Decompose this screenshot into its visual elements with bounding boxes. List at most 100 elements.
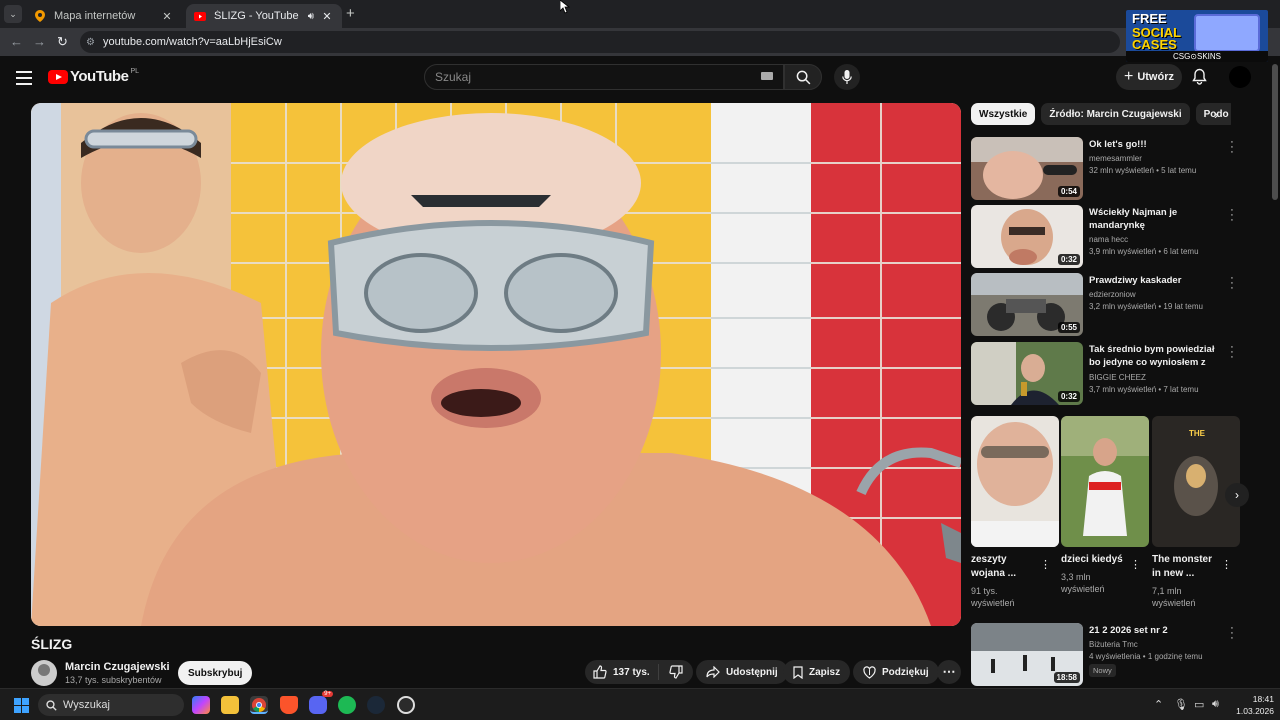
short-item[interactable]: zeszyty wojana ... 91 tys. wyświetleń ⋮ bbox=[971, 416, 1059, 609]
video-thumbnail[interactable]: 18:58 bbox=[971, 623, 1083, 686]
filter-chips: Wszystkie Źródło: Marcin Czugajewski Pod… bbox=[971, 103, 1231, 125]
recommendation-title: Prawdziwy kaskader bbox=[1089, 275, 1182, 286]
dislike-button[interactable] bbox=[659, 665, 693, 679]
short-thumbnail[interactable]: THE bbox=[1152, 416, 1240, 547]
more-vertical-icon[interactable]: · · · bbox=[1228, 273, 1236, 294]
recommendation-title: 21 2 2026 set nr 2 bbox=[1089, 625, 1168, 636]
discord-notification-badge: 9+ bbox=[322, 691, 333, 697]
voice-search-button[interactable] bbox=[834, 64, 860, 90]
recommendation-info: Prawdziwy kaskader edzierzoniow 3,2 mln … bbox=[1089, 274, 1217, 311]
duration-badge: 0:54 bbox=[1057, 186, 1080, 197]
recommendation-info: Wściekły Najman je mandarynkę nama hecc … bbox=[1089, 206, 1217, 256]
recommendation-item[interactable]: 0:55 Prawdziwy kaskader edzierzoniow 3,2… bbox=[971, 273, 1234, 337]
recommendation-meta: 3,2 mln wyświetleń • 19 lat temu bbox=[1089, 302, 1203, 311]
discord-icon[interactable]: 9+ bbox=[309, 691, 333, 714]
recommendation-meta: 32 mln wyświetleń • 5 lat temu bbox=[1089, 166, 1197, 175]
forward-arrow-icon[interactable]: → bbox=[33, 34, 46, 49]
more-vertical-icon[interactable]: · · · bbox=[1228, 342, 1236, 363]
account-avatar[interactable] bbox=[1229, 66, 1251, 88]
short-item[interactable]: dzieci kiedyś 3,3 mln wyświetleń ⋮ bbox=[1061, 416, 1149, 595]
copilot-icon[interactable] bbox=[192, 696, 210, 714]
short-views: 7,1 mln wyświetleń bbox=[1152, 586, 1196, 608]
speaker-icon[interactable]: 🔊︎ bbox=[308, 11, 314, 22]
youtube-logo[interactable]: YouTube PL bbox=[48, 68, 139, 85]
more-vertical-icon[interactable]: ⋮ bbox=[1221, 558, 1232, 571]
tab-mapa-internetow[interactable]: Mapa internetów ✕ bbox=[26, 4, 182, 28]
file-explorer-icon[interactable] bbox=[221, 696, 239, 714]
app-icon[interactable] bbox=[397, 696, 415, 714]
shorts-next-button[interactable]: › bbox=[1225, 483, 1249, 507]
channel-name[interactable]: Marcin Czugajewski bbox=[65, 661, 170, 673]
recommendation-item[interactable]: 0:32 Wściekły Najman je mandarynkę nama … bbox=[971, 205, 1234, 269]
save-button[interactable]: Zapisz bbox=[783, 660, 851, 684]
url-text: youtube.com/watch?v=aaLbHjEsiCw bbox=[102, 36, 282, 48]
recommendation-info: 21 2 2026 set nr 2 Biżuteria Tmc 4 wyświ… bbox=[1089, 624, 1217, 677]
brave-icon[interactable] bbox=[280, 696, 298, 714]
recommendation-channel: BIGGIE CHEEZ bbox=[1089, 373, 1146, 382]
menu-icon[interactable] bbox=[16, 71, 32, 89]
chevron-right-icon[interactable]: › bbox=[1214, 107, 1218, 122]
plus-icon: + bbox=[1123, 68, 1134, 85]
video-thumbnail[interactable]: 0:32 bbox=[971, 342, 1083, 405]
chip-all[interactable]: Wszystkie bbox=[971, 103, 1036, 125]
clock[interactable]: 18:41 1.03.2026 bbox=[1230, 693, 1274, 717]
map-pin-icon bbox=[34, 10, 46, 22]
chevron-up-icon[interactable]: ⌃ bbox=[1154, 698, 1163, 711]
like-button[interactable]: 137 tys. bbox=[585, 664, 659, 680]
clock-time: 18:41 bbox=[1252, 694, 1274, 704]
channel-avatar[interactable] bbox=[31, 660, 57, 686]
address-bar[interactable]: ⚙︎ youtube.com/watch?v=aaLbHjEsiCw bbox=[80, 31, 1120, 53]
video-frame bbox=[31, 103, 961, 626]
video-title: ŚLIZG bbox=[31, 636, 73, 652]
ad-banner[interactable]: FREE SOCIAL CASES CSG⊙SKINS bbox=[1126, 10, 1268, 62]
short-thumbnail[interactable] bbox=[1061, 416, 1149, 547]
chip-source[interactable]: Źródło: Marcin Czugajewski bbox=[1041, 103, 1190, 125]
volume-icon[interactable]: 🔊︎ bbox=[1212, 698, 1219, 711]
share-icon bbox=[706, 666, 720, 678]
short-item[interactable]: THE The monster in new ... 7,1 mln wyświ… bbox=[1152, 416, 1240, 609]
subscribe-button[interactable]: Subskrybuj bbox=[178, 661, 253, 685]
thanks-button[interactable]: Podziękuj bbox=[853, 660, 939, 684]
more-vertical-icon[interactable]: ⋮ bbox=[1130, 558, 1141, 571]
more-vertical-icon[interactable]: · · · bbox=[1228, 205, 1236, 226]
search-button[interactable] bbox=[784, 64, 822, 90]
tab-search-button[interactable]: ⌄ bbox=[4, 5, 22, 23]
video-thumbnail[interactable]: 0:55 bbox=[971, 273, 1083, 336]
spotify-icon[interactable] bbox=[338, 696, 356, 714]
recommendation-item[interactable]: 0:32 Tak średnio bym powiedział bo jedyn… bbox=[971, 342, 1234, 406]
more-vertical-icon[interactable]: · · · bbox=[1228, 137, 1236, 158]
thumbs-down-icon bbox=[669, 665, 683, 679]
chrome-icon[interactable] bbox=[250, 696, 268, 714]
tab-youtube[interactable]: ŚLIZG - YouTube 🔊︎ ✕ bbox=[186, 4, 342, 28]
new-tab-button[interactable]: + bbox=[346, 5, 355, 22]
page-scrollbar[interactable] bbox=[1272, 64, 1278, 200]
recommendation-item[interactable]: 18:58 21 2 2026 set nr 2 Biżuteria Tmc 4… bbox=[971, 623, 1234, 686]
video-thumbnail[interactable]: 0:32 bbox=[971, 205, 1083, 268]
recommendation-item[interactable]: 0:54 Ok let's go!!! memesammler 32 mln w… bbox=[971, 137, 1234, 201]
network-icon[interactable]: ▭ bbox=[1194, 698, 1204, 711]
more-vertical-icon[interactable]: ⋮ bbox=[1040, 558, 1051, 571]
tab-close-icon[interactable]: ✕ bbox=[160, 10, 174, 23]
video-thumbnail[interactable]: 0:54 bbox=[971, 137, 1083, 200]
search-input[interactable]: Szukaj bbox=[424, 64, 784, 90]
short-thumbnail[interactable] bbox=[971, 416, 1059, 547]
create-button[interactable]: + Utwórz bbox=[1116, 64, 1182, 90]
steam-icon[interactable] bbox=[367, 696, 385, 714]
video-owner: Marcin Czugajewski 13,7 tys. subskrybent… bbox=[31, 659, 253, 687]
tab-close-icon[interactable]: ✕ bbox=[320, 10, 334, 23]
like-count: 137 tys. bbox=[613, 666, 650, 678]
reload-icon[interactable]: ↻ bbox=[57, 34, 68, 50]
subscriber-count: 13,7 tys. subskrybentów bbox=[65, 675, 162, 685]
site-info-icon[interactable]: ⚙︎ bbox=[86, 37, 95, 48]
video-player[interactable] bbox=[31, 103, 961, 626]
more-actions-button[interactable]: ⋯ bbox=[937, 660, 961, 684]
microphone-icon[interactable]: 🎙︎ bbox=[1174, 698, 1188, 711]
more-vertical-icon[interactable]: · · · bbox=[1228, 623, 1236, 644]
keyboard-icon[interactable] bbox=[761, 72, 773, 80]
back-arrow-icon[interactable]: ← bbox=[10, 34, 23, 49]
heart-dollar-icon bbox=[863, 665, 876, 679]
taskbar-search[interactable]: Wyszukaj bbox=[38, 694, 184, 716]
windows-start-icon[interactable] bbox=[14, 698, 29, 713]
share-button[interactable]: Udostępnij bbox=[696, 660, 788, 684]
notifications-bell-icon[interactable] bbox=[1192, 68, 1207, 88]
